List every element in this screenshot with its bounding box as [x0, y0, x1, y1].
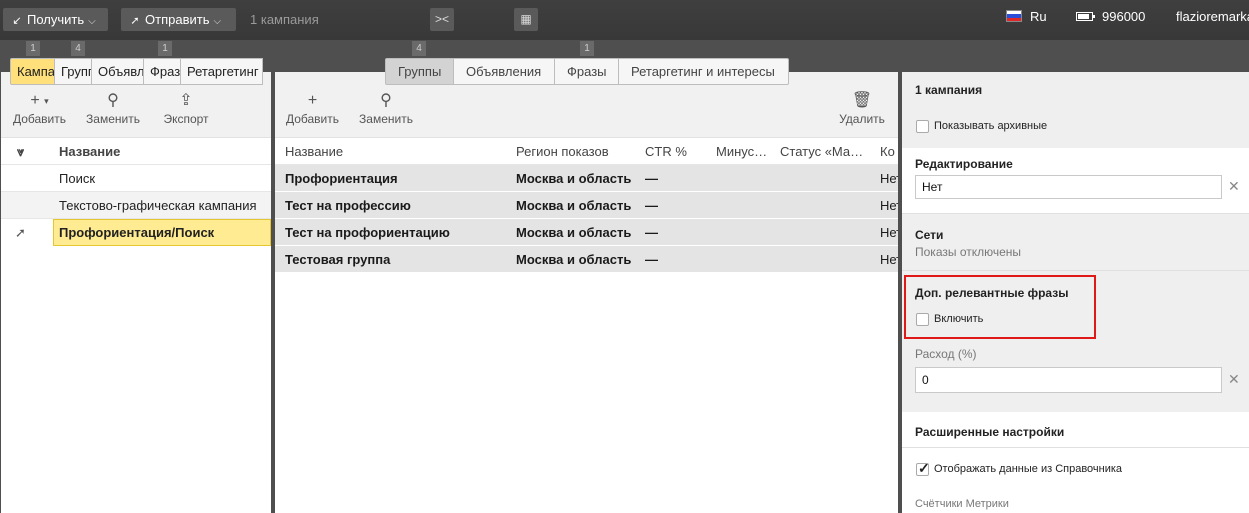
replace-button[interactable]: ⚲ Заменить [358, 92, 414, 126]
campaigns-panel: + ▾ Добавить ⚲ Заменить ⇪ Экспорт ⩔ Назв… [1, 72, 271, 513]
show-archived-checkbox[interactable] [916, 120, 929, 133]
chevron-down-icon: ⌵ [88, 16, 96, 27]
left-tabs: Кампании Группы Объявления Фразы Ретарге… [10, 58, 263, 85]
table-row[interactable]: Профориентация Москва и область — Нет [275, 165, 898, 192]
mid-groups-count-badge: 4 [412, 41, 426, 56]
tab-retargeting[interactable]: Ретаргетинг [181, 58, 263, 85]
tab-phrases[interactable]: Фразы [555, 58, 619, 85]
highlight-box [904, 275, 1096, 339]
column-extra[interactable]: Ко [880, 138, 898, 165]
trash-icon: 🗑 [851, 92, 873, 109]
list-item-selected[interactable]: ➚ Профориентация/Поиск [1, 219, 271, 246]
export-button[interactable]: ⇪ Экспорт [162, 92, 210, 126]
campaigns-count-badge: 1 [26, 41, 40, 56]
send-button[interactable]: ➚ Отправить ⌵ [121, 8, 236, 31]
column-minus-phrases[interactable]: Минус-фразы [716, 138, 768, 165]
networks-value: Показы отключены [915, 245, 1022, 259]
tab-ads[interactable]: Объявления [454, 58, 555, 85]
close-icon[interactable]: ✕ [1228, 178, 1240, 195]
add-group-button[interactable]: + Добавить [285, 92, 340, 126]
delete-button[interactable]: 🗑 Удалить [838, 92, 886, 126]
table-row[interactable]: Тест на профориентацию Москва и область … [275, 219, 898, 246]
tab-retargeting-interests[interactable]: Ретаргетинг и интересы [619, 58, 789, 85]
tab-campaigns[interactable]: Кампании [10, 58, 55, 85]
column-name[interactable]: Название [285, 138, 505, 165]
groups-count-badge: 4 [71, 41, 85, 56]
send-icon: ➚ [15, 225, 26, 240]
divider [902, 213, 1249, 214]
directory-label: Отображать данные из Справочника [934, 463, 1123, 475]
mid-tabs: Группы Объявления Фразы Ретаргетинг и ин… [385, 58, 789, 85]
spend-input[interactable]: 0 [915, 367, 1222, 393]
campaign-count: 1 кампания [250, 12, 319, 27]
advanced-header: Расширенные настройки [915, 425, 1065, 439]
receive-button[interactable]: ↙ Получить ⌵ [3, 8, 108, 31]
chevron-down-icon: ⌵ [213, 16, 222, 27]
phrases-count-badge: 1 [158, 41, 172, 56]
list-item[interactable]: Поиск [1, 165, 271, 192]
column-ctr[interactable]: CTR % [645, 138, 705, 165]
column-region[interactable]: Регион показов [516, 138, 631, 165]
directory-checkbox[interactable] [916, 460, 930, 477]
spend-label: Расход (%) [915, 347, 977, 361]
metrika-label: Счётчики Метрики [915, 498, 1009, 510]
panel-title: 1 кампания [915, 83, 983, 97]
receive-icon: ↙ [12, 15, 22, 27]
send-icon: ➚ [130, 15, 140, 27]
replace-button[interactable]: ⚲ Заменить [85, 92, 141, 126]
networks-header: Сети [915, 228, 944, 242]
plus-icon: + ▾ [30, 92, 49, 110]
user-login[interactable]: flazioremarka [1176, 9, 1249, 24]
tab-phrases[interactable]: Фразы [144, 58, 181, 85]
list-item[interactable]: Текстово-графическая кампания [1, 192, 271, 219]
export-icon: ⇪ [179, 92, 193, 109]
search-icon: ⚲ [380, 92, 392, 109]
status-icon: ⩔ [17, 144, 25, 159]
column-status[interactable]: Статус «Мало показов» [780, 138, 866, 165]
film-icon[interactable]: ▦ [514, 8, 538, 31]
plus-icon: + [307, 92, 318, 109]
editing-field[interactable]: Нет [915, 175, 1222, 199]
tab-groups[interactable]: Группы [385, 58, 454, 85]
search-icon: ⚲ [107, 92, 119, 109]
collapse-icon[interactable]: >< [430, 8, 454, 31]
divider [902, 447, 1249, 448]
top-bar: ↙ Получить ⌵ ➚ Отправить ⌵ 1 кампания >< ▦ R… [0, 0, 1249, 40]
mid-phrases-count-badge: 1 [580, 41, 594, 56]
divider [902, 270, 1249, 271]
editing-header: Редактирование [915, 157, 1013, 171]
table-row[interactable]: Тест на профессию Москва и область — Нет [275, 192, 898, 219]
tab-groups[interactable]: Группы [55, 58, 92, 85]
balance-value: 996000 [1102, 9, 1146, 24]
add-campaign-button[interactable]: + ▾ Добавить [12, 92, 67, 126]
balance-icon [1076, 12, 1095, 21]
close-icon[interactable]: ✕ [1228, 371, 1240, 388]
tab-ads[interactable]: Объявления [92, 58, 144, 85]
table-row[interactable]: Тестовая группа Москва и область — Нет [275, 246, 898, 273]
language-selector[interactable]: Ru [1030, 9, 1047, 24]
table-header: Название Регион показов CTR % Минус-фраз… [275, 138, 898, 165]
show-archived-label: Показывать архивные [934, 120, 1048, 132]
left-list-header: ⩔ Название [1, 138, 271, 165]
flag-icon[interactable] [1006, 10, 1022, 22]
column-name[interactable]: Название [59, 138, 120, 165]
groups-panel: + Добавить ⚲ Заменить 🗑 Удалить Название… [275, 72, 898, 513]
